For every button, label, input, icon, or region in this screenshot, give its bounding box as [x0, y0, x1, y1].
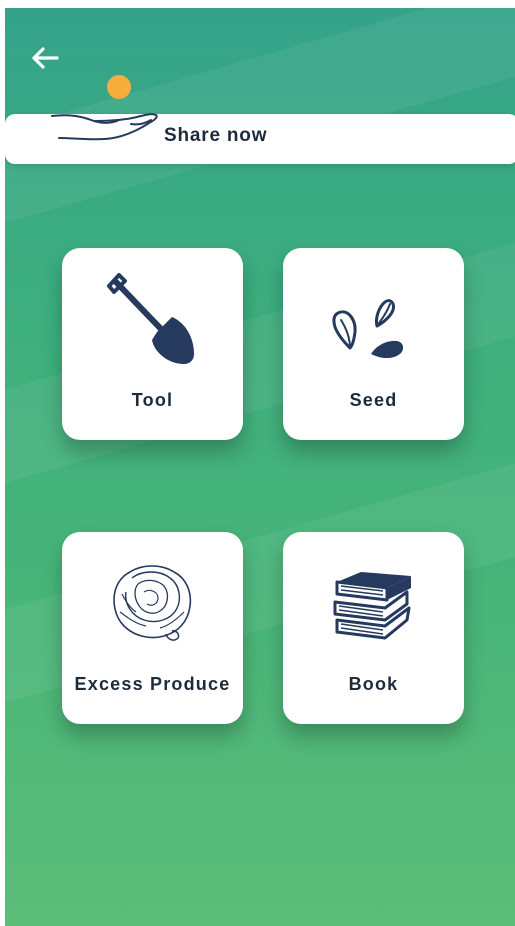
- shovel-icon: [107, 273, 194, 364]
- card-label-tool: Tool: [131, 390, 174, 410]
- app-screen: Share now Tool Seed Excess Produce Book: [5, 8, 515, 926]
- seeds-icon: [332, 299, 404, 359]
- arrow-left-icon: [32, 47, 59, 69]
- cabbage-icon: [113, 565, 192, 641]
- card-label-seed: Seed: [349, 390, 398, 410]
- category-card-book[interactable]: Book: [283, 532, 464, 724]
- books-icon: [333, 572, 411, 640]
- hand-with-sun-icon: [51, 75, 158, 141]
- card-label-book: Book: [348, 674, 399, 694]
- category-card-excess-produce[interactable]: Excess Produce: [62, 532, 243, 724]
- card-label-excess-produce: Excess Produce: [74, 674, 231, 694]
- back-button[interactable]: [25, 40, 65, 76]
- share-now-label: Share now: [164, 125, 268, 146]
- category-card-tool[interactable]: Tool: [62, 248, 243, 440]
- category-card-seed[interactable]: Seed: [283, 248, 464, 440]
